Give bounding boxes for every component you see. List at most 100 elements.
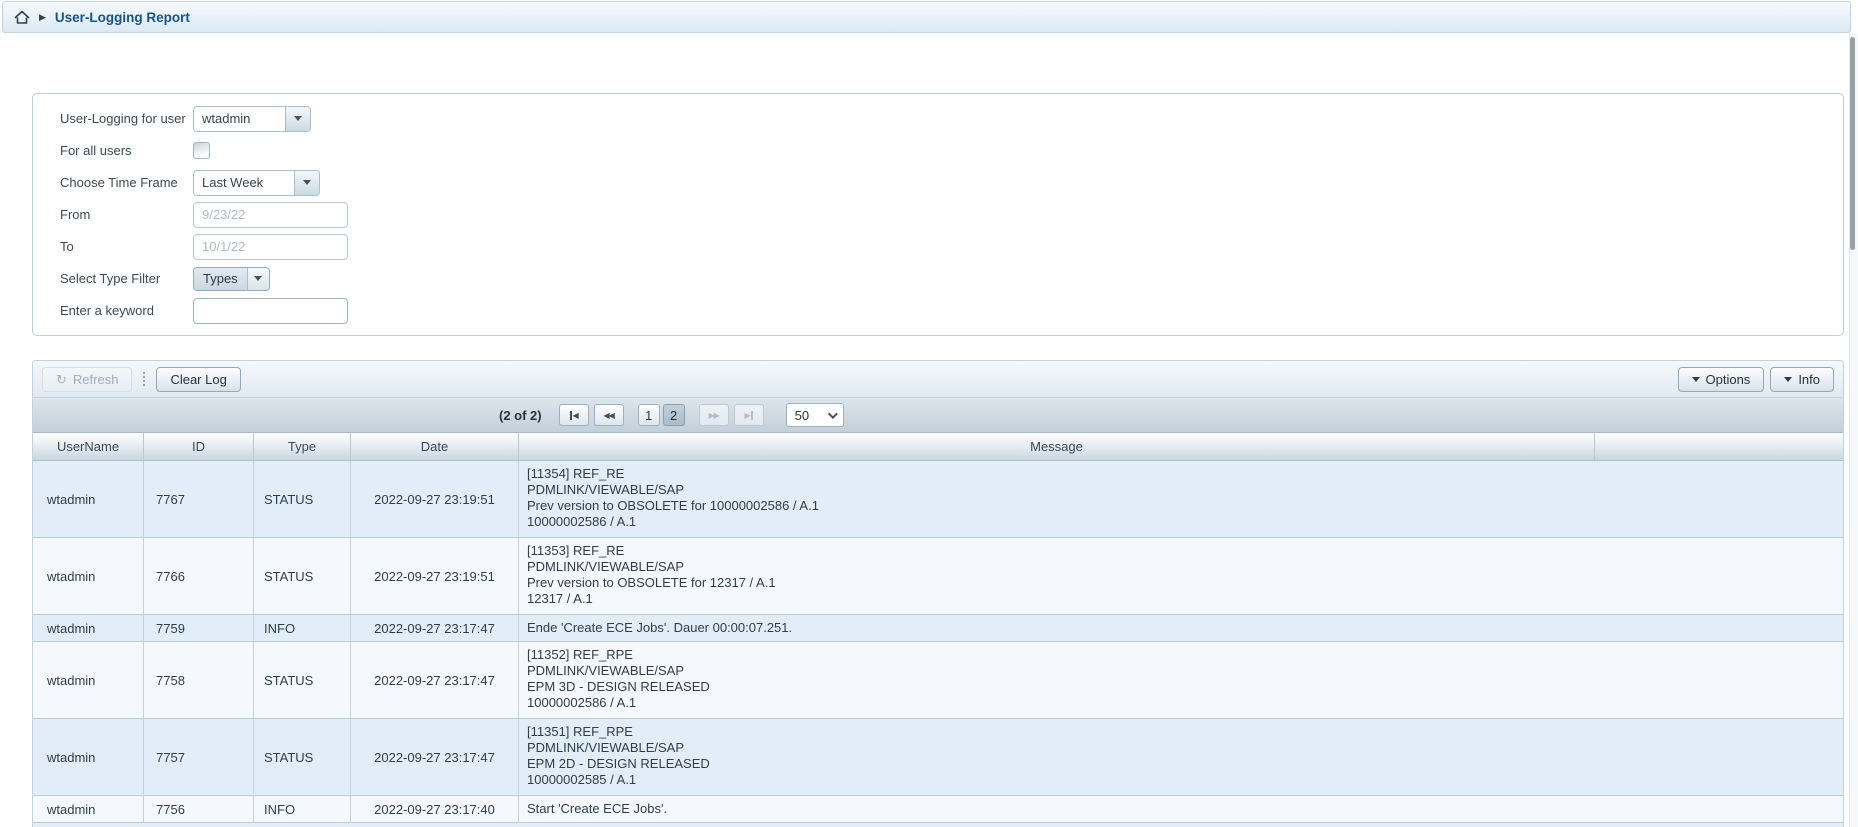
cell-type: STATUS xyxy=(254,719,351,795)
message-line: [11352] REF_RPE xyxy=(527,647,1843,663)
clear-log-button-label: Clear Log xyxy=(170,372,226,387)
cell-username: wtadmin xyxy=(33,719,144,795)
type-filter-dropdown-button[interactable] xyxy=(247,268,269,290)
cell-type: INFO xyxy=(254,796,351,822)
cell-message: [11354] REF_RE PDMLINK/VIEWABLE/SAP Prev… xyxy=(519,461,1843,537)
cell-type: STATUS xyxy=(254,538,351,614)
all-users-checkbox[interactable] xyxy=(193,142,210,159)
message-line: Prev version to OBSOLETE for 12317 / A.1 xyxy=(527,575,1843,591)
refresh-button-label: Refresh xyxy=(73,372,119,387)
message-line: 10000002586 / A.1 xyxy=(527,514,1843,530)
all-users-label: For all users xyxy=(60,143,193,158)
cell-id: 7759 xyxy=(144,615,254,641)
last-page-icon: ▶ xyxy=(745,411,753,420)
options-button[interactable]: Options xyxy=(1678,367,1765,392)
table-toolbar: ↻ Refresh Clear Log Options Info xyxy=(33,361,1843,398)
message-line: [11353] REF_RE xyxy=(527,543,1843,559)
info-button[interactable]: Info xyxy=(1770,367,1834,392)
message-line: Prev version to OBSOLETE for 10000002586… xyxy=(527,498,1843,514)
keyword-label: Enter a keyword xyxy=(60,303,193,318)
type-filter-label: Select Type Filter xyxy=(60,271,193,286)
table-row[interactable]: wtadmin 7759 INFO 2022-09-27 23:17:47 En… xyxy=(33,615,1843,642)
user-select-dropdown-button[interactable] xyxy=(285,107,310,131)
next-page-icon: ▶▶ xyxy=(708,411,718,420)
cell-id: 7767 xyxy=(144,461,254,537)
table-row[interactable]: wtadmin 7758 STATUS 2022-09-27 23:17:47 … xyxy=(33,642,1843,719)
cell-id: 7766 xyxy=(144,538,254,614)
paginator-next-button[interactable]: ▶▶ xyxy=(699,404,729,426)
to-date-input[interactable] xyxy=(193,234,348,260)
cell-message: Ende 'Create ECE Jobs'. Dauer 00:00:07.2… xyxy=(519,615,1843,641)
chevron-down-icon xyxy=(828,409,838,419)
breadcrumb: ▶ User-Logging Report xyxy=(2,1,1851,33)
timeframe-select[interactable]: Last Week xyxy=(193,170,320,196)
to-label: To xyxy=(60,239,193,254)
cell-date: 2022-09-27 23:17:47 xyxy=(351,615,519,641)
paginator-page-1[interactable]: 1 xyxy=(638,404,660,426)
column-header-filler xyxy=(1595,433,1843,460)
message-line: PDMLINK/VIEWABLE/SAP xyxy=(527,482,1843,498)
home-icon[interactable] xyxy=(14,10,30,25)
table-row-clipped[interactable] xyxy=(33,823,1843,827)
timeframe-select-value: Last Week xyxy=(194,175,294,190)
cell-id: 7757 xyxy=(144,719,254,795)
message-line: PDMLINK/VIEWABLE/SAP xyxy=(527,740,1843,756)
from-date-input[interactable] xyxy=(193,202,348,228)
table-row[interactable]: wtadmin 7756 INFO 2022-09-27 23:17:40 St… xyxy=(33,796,1843,823)
cell-date: 2022-09-27 23:19:51 xyxy=(351,461,519,537)
form-row-user: User-Logging for user wtadmin xyxy=(60,105,1843,132)
cell-id: 7758 xyxy=(144,642,254,718)
form-row-timeframe: Choose Time Frame Last Week xyxy=(60,169,1843,196)
column-header-date[interactable]: Date xyxy=(351,433,519,460)
paginator-page-2-active[interactable]: 2 xyxy=(663,404,685,426)
cell-date: 2022-09-27 23:19:51 xyxy=(351,538,519,614)
chevron-down-icon xyxy=(254,276,262,281)
message-line: PDMLINK/VIEWABLE/SAP xyxy=(527,663,1843,679)
message-line: EPM 2D - DESIGN RELEASED xyxy=(527,756,1843,772)
message-line: 12317 / A.1 xyxy=(527,591,1843,607)
paginator: (2 of 2) ◀ ◀◀ 1 2 ▶▶ ▶ 50 xyxy=(33,398,1843,433)
cell-date: 2022-09-27 23:17:47 xyxy=(351,642,519,718)
column-header-username[interactable]: UserName xyxy=(33,433,144,460)
log-table-panel: ↻ Refresh Clear Log Options Info (2 of 2… xyxy=(32,360,1844,827)
table-header: UserName ID Type Date Message xyxy=(33,433,1843,461)
table-row[interactable]: wtadmin 7757 STATUS 2022-09-27 23:17:47 … xyxy=(33,719,1843,796)
rows-per-page-value: 50 xyxy=(795,408,809,423)
column-header-type[interactable]: Type xyxy=(254,433,351,460)
type-filter-menubutton[interactable]: Types xyxy=(193,267,270,291)
info-button-label: Info xyxy=(1798,372,1820,387)
column-header-id[interactable]: ID xyxy=(144,433,254,460)
rows-per-page-select[interactable]: 50 xyxy=(786,403,844,427)
cell-type: STATUS xyxy=(254,461,351,537)
type-filter-value: Types xyxy=(194,268,247,290)
paginator-prev-button[interactable]: ◀◀ xyxy=(594,404,624,426)
page-title[interactable]: User-Logging Report xyxy=(55,10,190,25)
timeframe-select-dropdown-button[interactable] xyxy=(294,171,319,195)
cell-message: [11353] REF_RE PDMLINK/VIEWABLE/SAP Prev… xyxy=(519,538,1843,614)
form-row-all-users: For all users xyxy=(60,137,1843,164)
cell-id: 7756 xyxy=(144,796,254,822)
options-button-label: Options xyxy=(1706,372,1751,387)
cell-username: wtadmin xyxy=(33,642,144,718)
column-header-message[interactable]: Message xyxy=(519,433,1595,460)
paginator-last-button[interactable]: ▶ xyxy=(734,404,764,426)
keyword-input[interactable] xyxy=(193,298,348,324)
table-row[interactable]: wtadmin 7766 STATUS 2022-09-27 23:19:51 … xyxy=(33,538,1843,615)
form-row-from: From xyxy=(60,201,1843,228)
refresh-button[interactable]: ↻ Refresh xyxy=(42,367,132,392)
chevron-down-icon xyxy=(1692,377,1700,382)
message-line: PDMLINK/VIEWABLE/SAP xyxy=(527,559,1843,575)
page: ▶ User-Logging Report User-Logging for u… xyxy=(0,0,1858,827)
breadcrumb-arrow-icon: ▶ xyxy=(39,13,46,22)
table-row[interactable]: wtadmin 7767 STATUS 2022-09-27 23:19:51 … xyxy=(33,461,1843,538)
cell-message: [11352] REF_RPE PDMLINK/VIEWABLE/SAP EPM… xyxy=(519,642,1843,718)
scrollbar-thumb[interactable] xyxy=(1850,37,1855,250)
paginator-first-button[interactable]: ◀ xyxy=(559,404,589,426)
cell-message: [11351] REF_RPE PDMLINK/VIEWABLE/SAP EPM… xyxy=(519,719,1843,795)
message-line: 10000002585 / A.1 xyxy=(527,772,1843,788)
clear-log-button[interactable]: Clear Log xyxy=(156,367,240,392)
cell-type: INFO xyxy=(254,615,351,641)
cell-username: wtadmin xyxy=(33,796,144,822)
chevron-down-icon xyxy=(294,116,302,121)
user-select[interactable]: wtadmin xyxy=(193,106,311,132)
